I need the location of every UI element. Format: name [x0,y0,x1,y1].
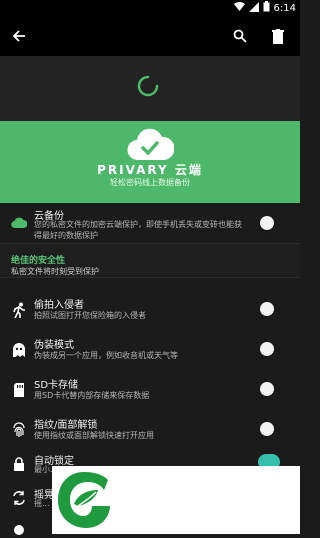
shake-icon [13,491,25,505]
loading-spinner-icon [137,75,159,97]
sd-card-toggle[interactable] [260,382,274,396]
row-intruder-photo[interactable]: 偷拍入侵者 拍照试图打开您保险箱的入侵者 [0,292,300,328]
row-cloud-backup[interactable]: 云备份 您的私密文件的加密云端保护，即使手机丢失或变砖也能获得最好的数据保护 [0,203,300,243]
privary-cloud-banner: PRIVARY 云端 轻松密码线上数据备份 [0,121,300,203]
row-desc: 使用指纹或面部解锁快速打开应用 [34,431,154,440]
banner-title: PRIVARY 云端 [97,163,203,177]
row-desc: 伪装成另一个应用，例如收音机或天气等 [34,351,178,360]
loading-area [0,56,300,121]
row-title: 偷拍入侵者 [34,300,84,311]
wifi-icon [233,1,245,15]
search-icon[interactable] [230,26,250,46]
lock-icon [14,457,24,471]
status-icons: 6:14 [233,1,296,15]
disguise-toggle[interactable] [260,342,274,356]
leaf-logo-icon [58,472,110,528]
running-person-icon [13,302,25,318]
section-title: 绝佳的安全性 [11,256,66,266]
overlay-panel [116,466,300,534]
row-desc: 拍照试图打开您保险箱的入侵者 [34,311,146,320]
divider [0,277,300,278]
fingerprint-toggle[interactable] [260,422,274,436]
banner-subtitle: 轻松密码线上数据备份 [110,178,190,187]
back-arrow-icon[interactable] [9,26,29,46]
sd-card-icon [14,383,24,397]
row-title: SD卡存储 [34,380,79,391]
row-disguise-mode[interactable]: 伪装模式 伪装成另一个应用，例如收音机或天气等 [0,332,300,368]
fingerprint-icon [13,422,25,437]
divider [0,243,300,244]
row-desc: 您的私密文件的加密云端保护，即使手机丢失或变砖也能获得最好的数据保护 [34,220,242,240]
settings-icon [14,525,24,535]
clock: 6:14 [273,2,296,14]
section-subtitle: 私密文件将时刻受到保护 [11,267,99,276]
row-title: 伪装模式 [34,340,74,351]
signal-icon [248,1,259,15]
app-bar [0,16,300,56]
cloud-check-icon [126,127,175,163]
delete-icon[interactable] [268,26,288,46]
row-title: 指纹/面部解锁 [34,420,98,431]
row-desc: 用SD卡代替内部存储来保存数据 [34,391,150,400]
battery-icon [263,1,270,15]
intruder-toggle[interactable] [260,302,274,316]
overlay-logo-panel [52,466,116,534]
cloud-icon [11,217,27,229]
ghost-icon [13,343,25,357]
status-bar: 6:14 [0,0,300,16]
row-fingerprint-unlock[interactable]: 指纹/面部解锁 使用指纹或面部解锁快速打开应用 [0,412,300,448]
row-sd-card[interactable]: SD卡存储 用SD卡代替内部存储来保存数据 [0,372,300,408]
cloud-backup-toggle[interactable] [260,216,274,230]
